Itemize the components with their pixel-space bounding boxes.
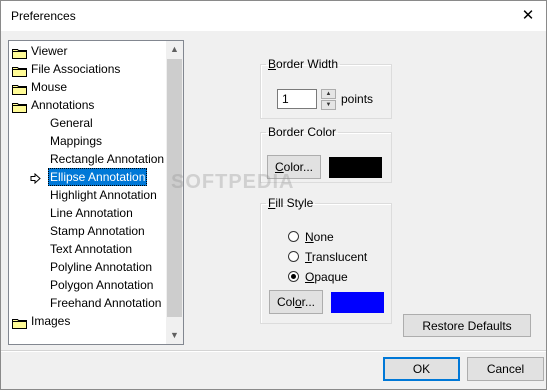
radio-button-icon[interactable] bbox=[288, 231, 299, 242]
tree-item-label: Highlight Annotation bbox=[50, 188, 157, 202]
preferences-dialog: Preferences ✕ Viewer File Associations Mou… bbox=[0, 0, 547, 390]
tree-item-label: File Associations bbox=[31, 62, 121, 76]
tree-item[interactable]: File Associations bbox=[9, 60, 166, 78]
tree-item[interactable]: Polygon Annotation bbox=[9, 276, 166, 294]
arrow-icon bbox=[30, 171, 41, 185]
tree-item[interactable]: Viewer bbox=[9, 42, 166, 60]
window-title: Preferences bbox=[11, 9, 76, 23]
fill-color-button[interactable]: Col o r... bbox=[269, 290, 323, 314]
tree-item-label: Freehand Annotation bbox=[50, 296, 162, 310]
border-width-spinner[interactable]: ▲ ▼ bbox=[321, 89, 336, 111]
tree-item-label: Images bbox=[31, 314, 71, 328]
scroll-up-icon[interactable]: ▲ bbox=[166, 41, 183, 58]
tree-item-label: Polyline Annotation bbox=[50, 260, 153, 274]
cancel-button[interactable]: Cancel bbox=[467, 357, 544, 381]
folder-icon bbox=[12, 64, 27, 77]
tree-item-label: Mouse bbox=[31, 80, 68, 94]
tree-item[interactable]: Text Annotation bbox=[9, 240, 166, 258]
tree-item[interactable]: Highlight Annotation bbox=[9, 186, 166, 204]
tree-item[interactable]: Stamp Annotation bbox=[9, 222, 166, 240]
border-color-swatch bbox=[329, 157, 382, 178]
tree-item[interactable]: Freehand Annotation bbox=[9, 294, 166, 312]
fill-style-radio[interactable]: Opaque bbox=[288, 269, 388, 285]
close-icon[interactable]: ✕ bbox=[510, 1, 546, 31]
fill-style-group: Fill Style None Translucent Opaque Col o r..… bbox=[260, 196, 392, 324]
restore-defaults-button[interactable]: Restore Defaults bbox=[403, 314, 531, 337]
fill-style-radio[interactable]: None bbox=[288, 229, 388, 245]
tree-item[interactable]: Rectangle Annotation bbox=[9, 150, 166, 168]
title-bar: Preferences ✕ bbox=[1, 1, 546, 31]
spin-down-icon[interactable]: ▼ bbox=[321, 100, 336, 110]
tree-item[interactable]: Line Annotation bbox=[9, 204, 166, 222]
folder-icon bbox=[12, 46, 27, 59]
tree-item[interactable]: Mappings bbox=[9, 132, 166, 150]
fill-color-swatch bbox=[331, 292, 384, 313]
tree-item[interactable]: General bbox=[9, 114, 166, 132]
border-width-group: Border Width ▲ ▼ points bbox=[260, 57, 392, 119]
tree-item-label: Ellipse Annotation bbox=[48, 168, 148, 186]
tree-item[interactable]: Polyline Annotation bbox=[9, 258, 166, 276]
radio-label: None bbox=[305, 230, 334, 244]
ok-button[interactable]: OK bbox=[383, 357, 460, 381]
tree-item-label: Annotations bbox=[31, 98, 95, 112]
tree-item-label: Line Annotation bbox=[50, 206, 133, 220]
category-tree[interactable]: Viewer File Associations Mouse Annotations G… bbox=[8, 40, 184, 345]
folder-icon bbox=[12, 100, 27, 113]
tree-item-label: Viewer bbox=[31, 44, 68, 58]
folder-icon bbox=[12, 82, 27, 95]
border-color-legend: Border Color bbox=[268, 125, 337, 139]
points-label: points bbox=[341, 92, 374, 106]
radio-button-icon[interactable] bbox=[288, 271, 299, 282]
radio-button-icon[interactable] bbox=[288, 251, 299, 262]
fill-style-legend: Fill Style bbox=[268, 196, 314, 210]
tree-item[interactable]: Images bbox=[9, 312, 166, 330]
spin-up-icon[interactable]: ▲ bbox=[321, 89, 336, 99]
radio-label: Translucent bbox=[305, 250, 368, 264]
tree-item-label: Mappings bbox=[50, 134, 103, 148]
scroll-down-icon[interactable]: ▼ bbox=[166, 327, 183, 344]
border-width-legend: Border Width bbox=[268, 57, 339, 71]
watermark: SOFTPEDIA bbox=[171, 171, 295, 193]
border-width-input[interactable] bbox=[277, 89, 317, 109]
tree-item-label: Polygon Annotation bbox=[50, 278, 154, 292]
folder-icon bbox=[12, 316, 27, 329]
tree-item[interactable]: Mouse bbox=[9, 78, 166, 96]
tree-item-label: Rectangle Annotation bbox=[50, 152, 165, 166]
tree-item[interactable]: Annotations bbox=[9, 96, 166, 114]
tree-item-label: Stamp Annotation bbox=[50, 224, 145, 238]
fill-style-radio[interactable]: Translucent bbox=[288, 249, 388, 265]
tree-item-label: General bbox=[50, 116, 93, 130]
radio-label: Opaque bbox=[305, 270, 348, 284]
tree-item-label: Text Annotation bbox=[50, 242, 133, 256]
tree-item[interactable]: Ellipse Annotation bbox=[9, 168, 166, 186]
separator bbox=[1, 350, 546, 352]
